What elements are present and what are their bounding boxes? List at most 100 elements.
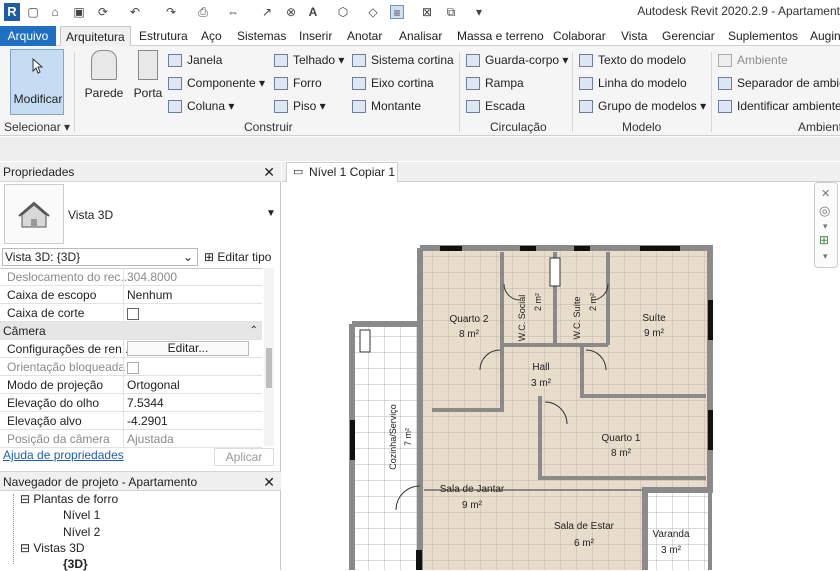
properties-help-link[interactable]: Ajuda de propriedades bbox=[3, 448, 124, 462]
browser-item-level-1[interactable]: Nível 1 bbox=[63, 508, 100, 522]
edit-type-button[interactable]: ⊞ Editar tipo bbox=[204, 248, 271, 266]
browser-item-3d[interactable]: {3D} bbox=[63, 557, 88, 571]
locked-orientation-checkbox[interactable] bbox=[127, 361, 139, 374]
switch-windows-icon[interactable]: ⧉ bbox=[444, 5, 458, 19]
tab-arquitetura[interactable]: Arquitetura bbox=[60, 26, 131, 47]
property-row[interactable]: Elevação alvo -4.2901 bbox=[0, 412, 262, 430]
steering-wheel-icon[interactable]: ◎ bbox=[819, 203, 830, 219]
window-mark[interactable] bbox=[574, 246, 590, 251]
close-icon[interactable]: ✕ bbox=[821, 187, 830, 200]
tab-analisar[interactable]: Analisar bbox=[394, 26, 447, 46]
tag-icon[interactable]: ⊗ bbox=[284, 5, 298, 19]
window-mark[interactable] bbox=[440, 246, 462, 251]
text-icon[interactable]: A bbox=[306, 5, 320, 19]
model-text-button[interactable]: Texto do modelo bbox=[579, 52, 686, 68]
model-line-button[interactable]: Linha do modelo bbox=[579, 75, 687, 91]
tab-vista[interactable]: Vista bbox=[616, 26, 652, 46]
window-mark[interactable] bbox=[350, 420, 355, 460]
window-mark[interactable] bbox=[640, 246, 680, 251]
property-row[interactable]: Orientação bloqueada bbox=[0, 358, 262, 376]
customize-qat-icon[interactable]: ▾ bbox=[472, 5, 486, 19]
measure-icon[interactable]: ⇔ bbox=[226, 5, 240, 19]
window-mark[interactable] bbox=[708, 410, 713, 450]
door-button[interactable]: Porta bbox=[132, 50, 164, 100]
property-row[interactable]: Posição da câmera Ajustada bbox=[0, 430, 262, 448]
room-button[interactable]: Ambiente bbox=[718, 52, 788, 68]
dimension-icon[interactable]: ↗ bbox=[260, 5, 274, 19]
component-button[interactable]: Componente ▾ bbox=[168, 75, 265, 91]
tab-estrutura[interactable]: Estrutura bbox=[134, 26, 193, 46]
window-mark[interactable] bbox=[708, 300, 713, 340]
scrollbar-thumb[interactable] bbox=[266, 348, 272, 388]
open-icon[interactable]: ⌂ bbox=[48, 5, 62, 19]
navigation-bar[interactable]: ✕ ◎ ▾ ⊞ ▾ bbox=[814, 182, 838, 268]
curtain-system-button[interactable]: Sistema cortina bbox=[352, 52, 454, 68]
wall-button[interactable]: Parede bbox=[84, 50, 124, 100]
properties-scrollbar[interactable] bbox=[264, 268, 274, 446]
property-row[interactable]: Caixa de corte bbox=[0, 304, 262, 322]
tab-massa-e-terreno[interactable]: Massa e terreno bbox=[452, 26, 549, 46]
property-row[interactable]: Deslocamento do rec... 304.8000 bbox=[0, 268, 262, 286]
model-group-button[interactable]: Grupo de modelos ▾ bbox=[579, 98, 706, 114]
redo-icon[interactable]: ↷ bbox=[164, 5, 178, 19]
tab-aco[interactable]: Aço bbox=[196, 26, 227, 46]
ceiling-button[interactable]: Forro bbox=[274, 75, 322, 91]
collapse-icon[interactable]: ⌃ bbox=[250, 322, 258, 340]
tab-gerenciar[interactable]: Gerenciar bbox=[657, 26, 720, 46]
chevron-down-icon[interactable]: ▾ bbox=[823, 221, 828, 232]
panel-select-label[interactable]: Selecionar ▾ bbox=[4, 120, 70, 134]
browser-item-ceiling-plans[interactable]: ⊟ Plantas de forro bbox=[20, 492, 118, 506]
modify-button[interactable]: Modificar bbox=[10, 49, 64, 115]
revit-logo-icon[interactable]: R bbox=[4, 3, 20, 21]
window-mark[interactable] bbox=[549, 257, 561, 287]
floor-button[interactable]: Piso ▾ bbox=[274, 98, 326, 114]
tab-sistemas[interactable]: Sistemas bbox=[232, 26, 291, 46]
stair-button[interactable]: Escada bbox=[466, 98, 525, 114]
room-kitchen[interactable] bbox=[352, 324, 422, 570]
railing-button[interactable]: Guarda-corpo ▾ bbox=[466, 52, 568, 68]
window-mark[interactable] bbox=[416, 550, 422, 570]
browser-item-level-2[interactable]: Nível 2 bbox=[63, 525, 100, 539]
window-button[interactable]: Janela bbox=[168, 52, 222, 68]
tab-colaborar[interactable]: Colaborar bbox=[548, 26, 611, 46]
apply-button[interactable]: Aplicar bbox=[214, 448, 274, 466]
room-separator-button[interactable]: Separador de ambie bbox=[718, 75, 840, 91]
tab-inserir[interactable]: Inserir bbox=[294, 26, 337, 46]
3d-view-icon[interactable]: ⬡ bbox=[336, 5, 350, 19]
close-hidden-icon[interactable]: ⊠ bbox=[420, 5, 434, 19]
section-icon[interactable]: ◇ bbox=[366, 5, 380, 19]
tab-augin[interactable]: Augin bbox=[805, 26, 840, 46]
browser-item-3d-views[interactable]: ⊟ Vistas 3D bbox=[20, 541, 85, 555]
view-tab-nivel-1-copiar-1[interactable]: ▭ Nível 1 Copiar 1 bbox=[286, 162, 398, 182]
curtain-grid-button[interactable]: Eixo cortina bbox=[352, 75, 434, 91]
view-selector[interactable]: Vista 3D: {3D} ⌄ bbox=[2, 248, 198, 266]
camera-group-header[interactable]: Câmera ⌃ bbox=[0, 322, 262, 340]
drawing-area[interactable]: Quarto 2 8 m² W.C. Social 2 m² W.C. Suít… bbox=[282, 182, 840, 570]
property-row[interactable]: Modo de projeção Ortogonal bbox=[0, 376, 262, 394]
sync-icon[interactable]: ⟳ bbox=[96, 5, 110, 19]
undo-icon[interactable]: ↶ bbox=[128, 5, 142, 19]
info-center-icon[interactable]: ▢ bbox=[26, 5, 40, 19]
roof-button[interactable]: Telhado ▾ bbox=[274, 52, 344, 68]
window-mark[interactable] bbox=[520, 246, 536, 251]
close-icon[interactable]: ✕ bbox=[263, 472, 275, 492]
floor-plan[interactable]: Quarto 2 8 m² W.C. Social 2 m² W.C. Suít… bbox=[282, 182, 840, 570]
type-dropdown-icon[interactable]: ▼ bbox=[266, 208, 276, 219]
zoom-icon[interactable]: ⊞ bbox=[819, 233, 829, 247]
tab-arquivo[interactable]: Arquivo bbox=[0, 26, 56, 46]
crop-box-checkbox[interactable] bbox=[127, 307, 139, 320]
window-mark[interactable] bbox=[359, 329, 371, 353]
property-row[interactable]: Configurações de ren... Editar... bbox=[0, 340, 262, 358]
save-icon[interactable]: ▣ bbox=[72, 5, 86, 19]
chevron-down-icon[interactable]: ▾ bbox=[823, 251, 828, 262]
thin-lines-icon[interactable]: ≡ bbox=[390, 5, 404, 20]
tag-room-button[interactable]: Identificar ambiente bbox=[718, 98, 840, 114]
mullion-button[interactable]: Montante bbox=[352, 98, 421, 114]
print-icon[interactable]: ⎙ bbox=[196, 5, 210, 19]
property-row[interactable]: Caixa de escopo Nenhum bbox=[0, 286, 262, 304]
close-icon[interactable]: ✕ bbox=[263, 162, 275, 182]
render-settings-button[interactable]: Editar... bbox=[127, 341, 249, 356]
column-button[interactable]: Coluna ▾ bbox=[168, 98, 234, 114]
tab-suplementos[interactable]: Suplementos bbox=[723, 26, 803, 46]
tab-anotar[interactable]: Anotar bbox=[342, 26, 387, 46]
